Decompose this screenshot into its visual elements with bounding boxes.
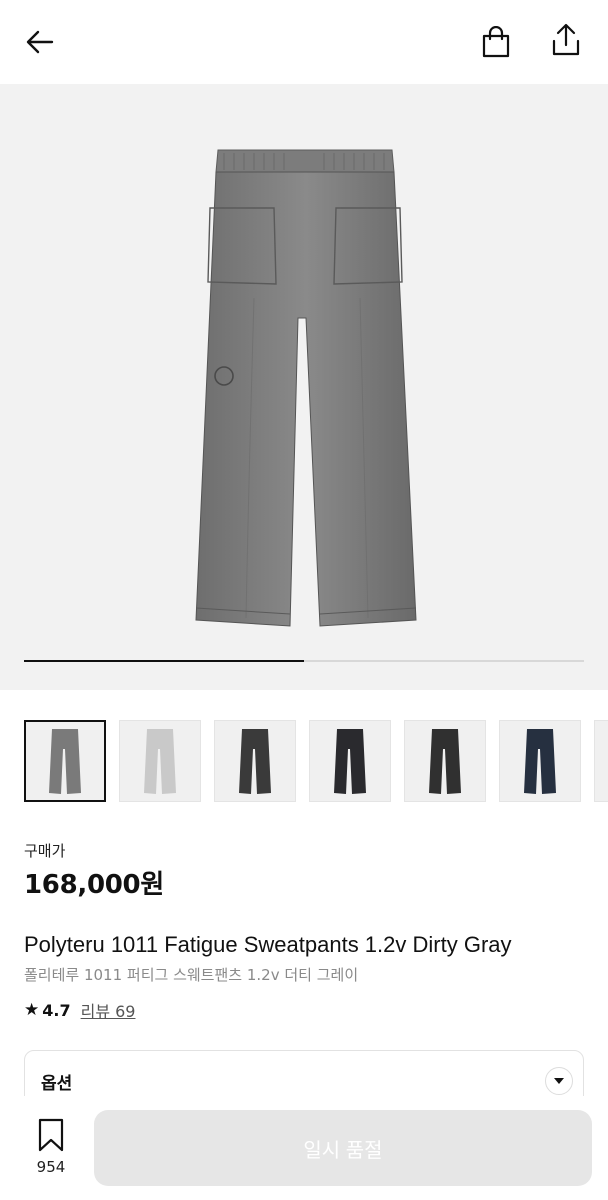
bottom-action-bar: 954 일시 품절: [0, 1096, 608, 1200]
back-button[interactable]: [20, 22, 60, 62]
thumbnail-image: [429, 729, 461, 794]
thumbnail-image: [144, 729, 176, 794]
carousel-progress-fill: [24, 660, 304, 662]
product-title-ko: 폴리테루 1011 퍼티그 스웨트팬츠 1.2v 더티 그레이: [24, 966, 359, 984]
thumbnail-charcoal[interactable]: [214, 720, 296, 802]
rating-score: 4.7: [42, 1000, 71, 1020]
arrow-left-icon: [26, 30, 54, 54]
bookmark-count: 954: [36, 1158, 66, 1176]
option-dropdown-button[interactable]: [545, 1067, 573, 1095]
top-nav-bar: [0, 0, 608, 84]
share-button[interactable]: [546, 20, 586, 60]
carousel-progress: [24, 660, 584, 662]
star-icon: ★: [24, 1000, 40, 1020]
thumbnail-image: [49, 729, 81, 794]
price-label: 구매가: [24, 842, 66, 860]
rating-row: ★ 4.7 리뷰 69: [24, 998, 135, 1022]
thumbnail-dirty-gray[interactable]: [24, 720, 106, 802]
color-thumbnail-list: [24, 720, 608, 804]
cart-button[interactable]: [476, 22, 516, 62]
thumbnail-more[interactable]: [594, 720, 608, 802]
bookmark-button[interactable]: 954: [24, 1118, 78, 1182]
review-link[interactable]: 리뷰 69: [81, 998, 136, 1022]
bookmark-icon: [38, 1118, 64, 1152]
caret-down-icon: [554, 1078, 564, 1084]
thumbnail-image: [334, 729, 366, 794]
thumbnail-image: [239, 729, 271, 794]
thumbnail-light-gray[interactable]: [119, 720, 201, 802]
option-label: 옵션: [41, 1074, 73, 1094]
product-image: [195, 149, 417, 627]
thumbnail-black[interactable]: [404, 720, 486, 802]
product-title-en: Polyteru 1011 Fatigue Sweatpants 1.2v Di…: [24, 932, 512, 957]
share-icon: [552, 23, 580, 56]
thumbnail-image: [524, 729, 556, 794]
thumbnail-black-dark[interactable]: [309, 720, 391, 802]
product-image-carousel[interactable]: [0, 84, 608, 690]
shopping-bag-icon: [482, 26, 510, 58]
price: 168,000원: [24, 870, 164, 900]
thumbnail-navy[interactable]: [499, 720, 581, 802]
sold-out-button[interactable]: 일시 품절: [94, 1110, 592, 1186]
